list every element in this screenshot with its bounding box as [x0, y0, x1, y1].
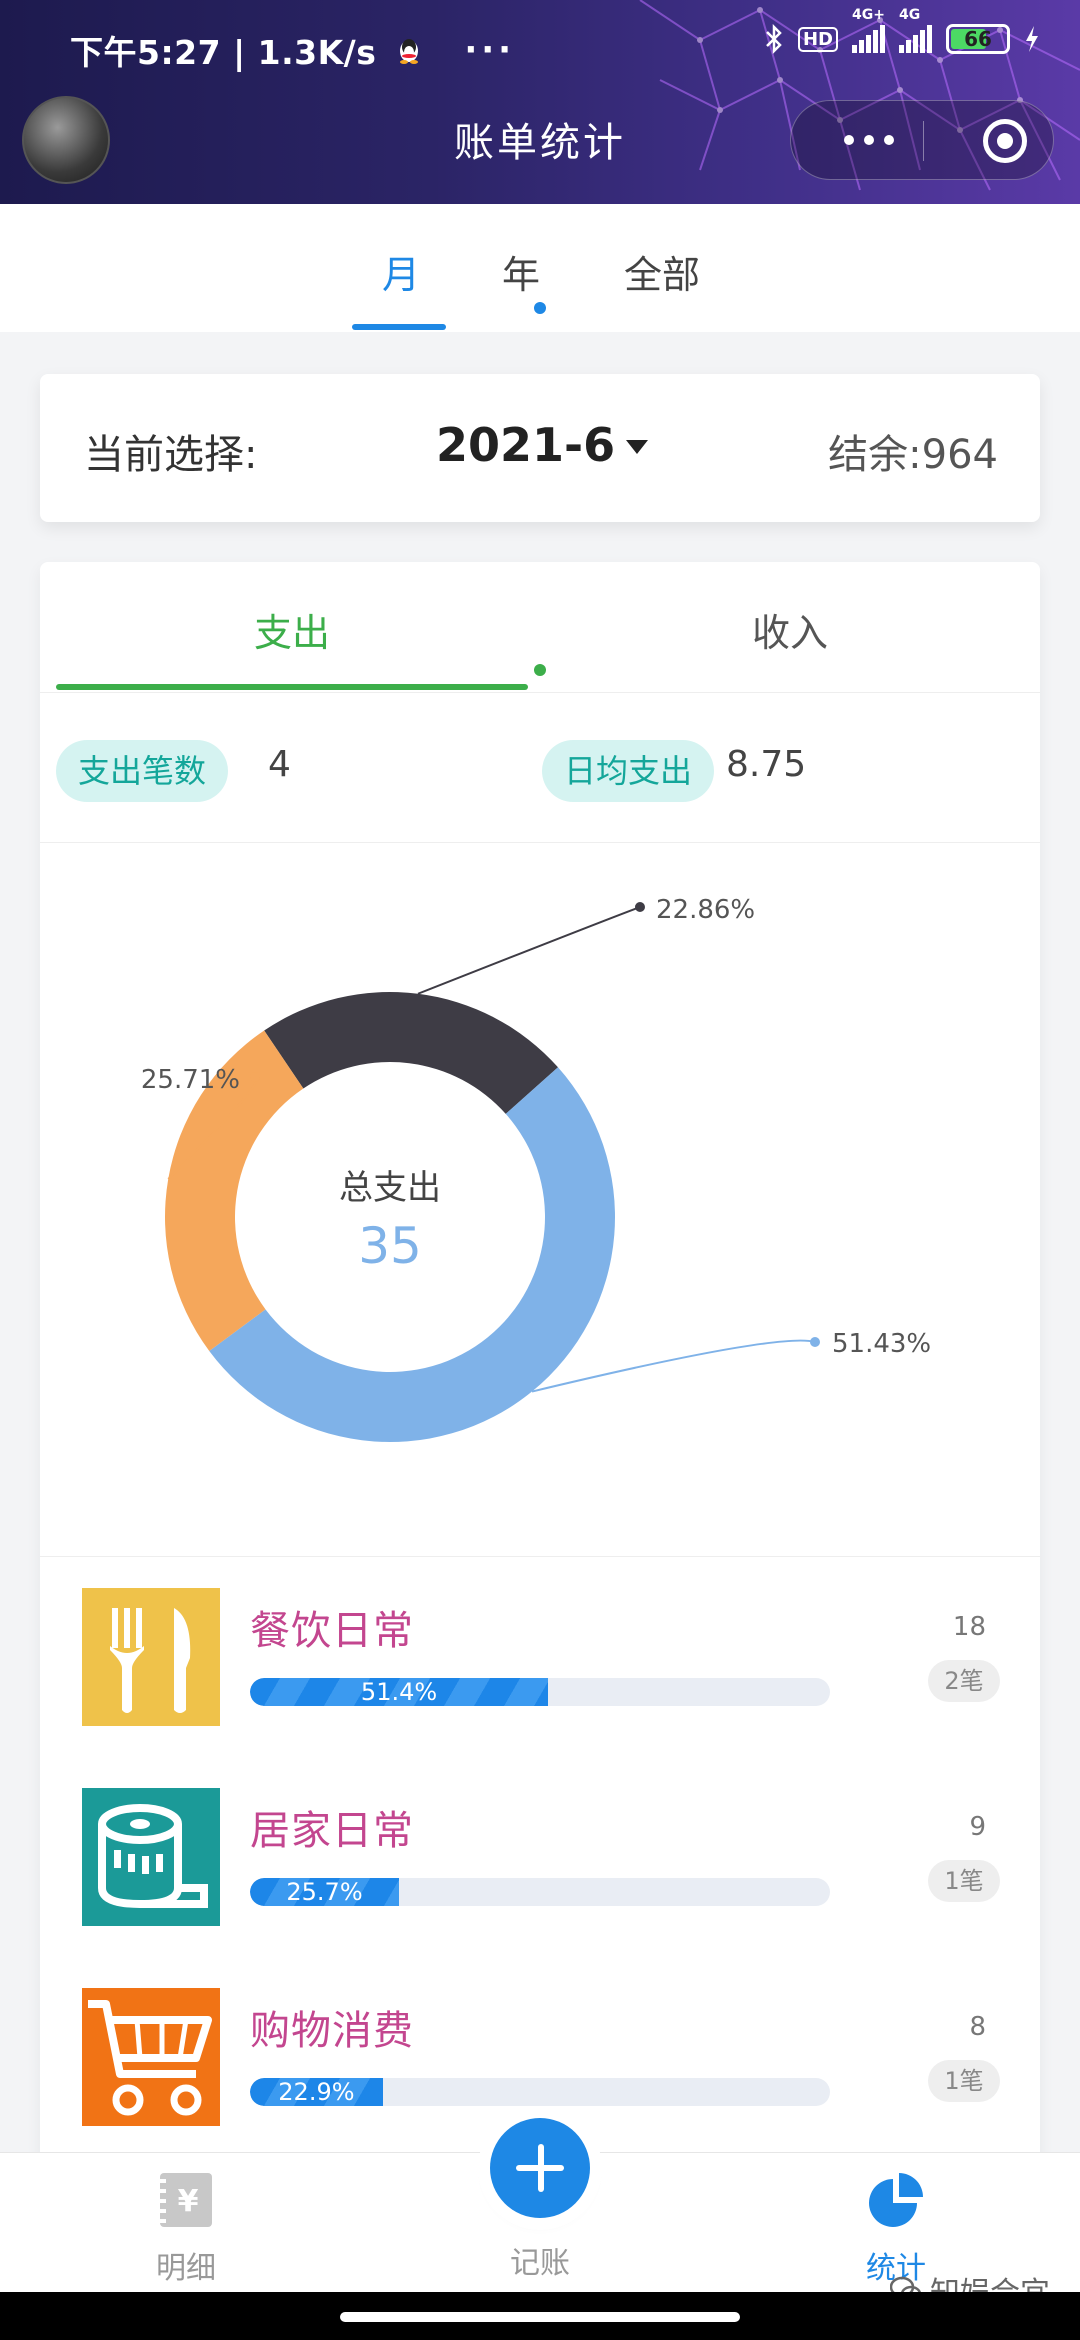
mini-program-capsule — [790, 100, 1054, 180]
category-amount: 9 — [969, 1812, 986, 1842]
leader-line — [417, 906, 641, 995]
slice-percent-label: 25.71% — [141, 1065, 240, 1095]
category-percent: 51.4% — [360, 1678, 438, 1706]
leader-dot — [250, 1072, 260, 1082]
bluetooth-icon — [766, 24, 782, 54]
nav-detail-label: 明细 — [156, 2251, 216, 2286]
leader-dot — [635, 902, 645, 912]
close-mini-program-button[interactable] — [983, 119, 1027, 163]
shopping-cart-icon — [82, 1988, 220, 2126]
nav-detail[interactable]: ¥ 明细 — [106, 2171, 266, 2287]
tab-dot-indicator-green — [534, 664, 546, 676]
battery-icon: 66 — [946, 24, 1010, 54]
slice-percent-label: 51.43% — [832, 1329, 931, 1359]
more-menu-button[interactable] — [819, 101, 919, 179]
svg-text:¥: ¥ — [178, 2184, 199, 2219]
category-row[interactable]: 餐饮日常 51.4% 18 2笔 — [40, 1588, 1040, 1768]
category-count-badge: 1笔 — [928, 2060, 1000, 2102]
daily-average-value: 8.75 — [726, 744, 807, 785]
category-count-badge: 1笔 — [928, 1860, 1000, 1902]
network-type-1: 4G+ — [852, 7, 885, 23]
category-progress-bar: 22.9% — [250, 2078, 830, 2106]
month-picker[interactable]: 2021-6 — [436, 418, 615, 472]
tissue-roll-icon — [82, 1788, 220, 1926]
tab-year[interactable]: 年 — [502, 244, 540, 299]
chart-center-value: 35 — [358, 1217, 422, 1275]
leader-dot — [810, 1337, 820, 1347]
expense-count-value: 4 — [268, 744, 291, 785]
qq-penguin-icon — [400, 39, 419, 64]
category-name: 购物消费 — [250, 2008, 414, 2054]
tab-income[interactable]: 收入 — [752, 602, 828, 657]
receipt-yen-icon: ¥ — [160, 2173, 212, 2227]
expense-tab-indicator — [56, 684, 528, 690]
selection-label: 当前选择: — [84, 432, 258, 478]
expense-donut-chart: 51.43% 25.71% 22.86% 总支出 35 — [141, 895, 931, 1442]
app-header: 下午5:27 | 1.3K/s ··· HD 4G+ 4G 66 账单统计 — [0, 0, 1080, 204]
signal-icon-1: 4G+ — [852, 7, 885, 53]
signal-icon-2: 4G — [899, 7, 932, 53]
caret-down-icon[interactable] — [626, 440, 648, 454]
home-indicator[interactable] — [340, 2312, 740, 2322]
slice-percent-label: 22.86% — [656, 895, 755, 925]
tab-expense[interactable]: 支出 — [254, 602, 330, 657]
status-more-dots: ··· — [464, 30, 516, 70]
battery-level: 66 — [964, 27, 992, 51]
expense-count-badge: 支出笔数 — [56, 740, 229, 802]
status-bar-left: 下午5:27 | 1.3K/s ··· — [70, 26, 515, 74]
category-progress-bar: 51.4% — [250, 1678, 830, 1706]
category-percent: 25.7% — [286, 1878, 363, 1906]
balance-display: 结余:964 — [828, 422, 998, 480]
tab-all[interactable]: 全部 — [624, 244, 700, 299]
add-record-button[interactable] — [490, 2118, 590, 2218]
category-amount: 8 — [969, 2012, 986, 2042]
balance-value: 964 — [921, 432, 998, 478]
category-amount: 18 — [952, 1612, 986, 1642]
status-bar-right: HD 4G+ 4G 66 — [764, 7, 1040, 54]
balance-label: 结余: — [828, 432, 922, 478]
leader-line — [531, 1339, 816, 1393]
hd-badge: HD — [797, 26, 838, 52]
status-time-speed: 下午5:27 | 1.3K/s — [70, 33, 377, 72]
charging-bolt-icon — [1026, 26, 1038, 52]
tab-dot-indicator — [534, 302, 546, 314]
selection-card: 当前选择: 2021-6 结余:964 — [40, 374, 1040, 522]
category-name: 居家日常 — [250, 1808, 414, 1854]
network-type-2: 4G — [899, 7, 921, 23]
chart-center-label: 总支出 — [339, 1168, 441, 1208]
nav-record-label[interactable]: 记账 — [490, 2238, 590, 2282]
pie-chart-icon — [869, 2173, 923, 2227]
category-percent: 22.9% — [278, 2078, 355, 2106]
category-name: 餐饮日常 — [250, 1608, 414, 1654]
donut-slice — [264, 992, 558, 1114]
tab-month[interactable]: 月 — [382, 244, 420, 299]
category-count-badge: 2笔 — [928, 1660, 1000, 1702]
daily-average-badge: 日均支出 — [542, 740, 715, 802]
fork-knife-icon — [82, 1588, 220, 1726]
category-progress-bar: 25.7% — [250, 1878, 830, 1906]
tab-active-indicator — [352, 324, 446, 330]
statistics-card: 支出 收入 支出笔数 4 日均支出 8.75 51.43% 25.71% 22.86… — [40, 562, 1040, 2162]
category-row[interactable]: 居家日常 25.7% 9 1笔 — [40, 1788, 1040, 1968]
